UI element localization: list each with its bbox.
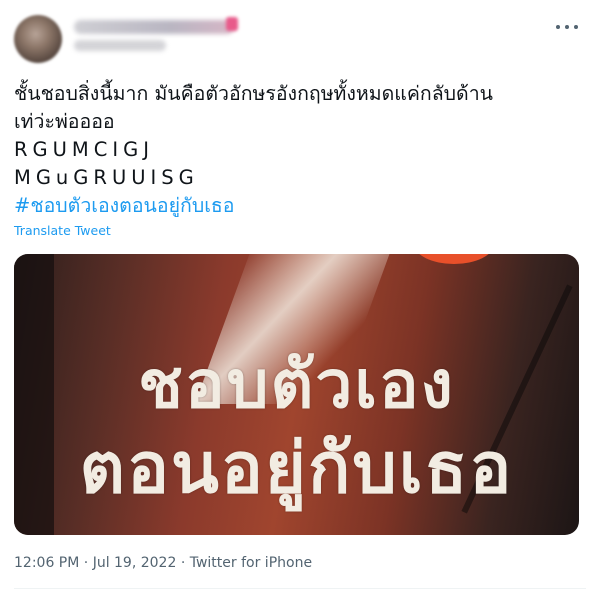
tweet-metadata: 12:06 PM · Jul 19, 2022 · Twitter for iP… [14, 555, 312, 571]
tweet-date[interactable]: Jul 19, 2022 [93, 555, 177, 571]
more-dot [565, 25, 569, 29]
emoji-badge-blurred [226, 17, 238, 31]
media-orange-orb [414, 254, 494, 264]
tweet-text-line: เท่ว่ะพ่ออออ [14, 110, 115, 133]
tweet-time[interactable]: 12:06 PM [14, 555, 79, 571]
tweet-text-line: MGuGRUUISG [14, 166, 199, 189]
hashtag-link[interactable]: #ชอบตัวเองตอนอยู่กับเธอ [14, 192, 586, 220]
tweet-card: ชั้นชอบสิ่งนี้มาก มันคือตัวอักษรอังกฤษทั… [0, 0, 600, 601]
translate-tweet-link[interactable]: Translate Tweet [14, 223, 111, 238]
more-dot [574, 25, 578, 29]
divider [14, 588, 586, 589]
tweet-text: ชั้นชอบสิ่งนี้มาก มันคือตัวอักษรอังกฤษทั… [14, 80, 586, 220]
tweet-media-image[interactable]: ชอบตัวเอง ตอนอยู่กับเธอ [14, 254, 579, 535]
meta-separator: · [180, 555, 186, 571]
tweet-source[interactable]: Twitter for iPhone [190, 555, 312, 571]
avatar[interactable] [14, 15, 62, 63]
tweet-text-line: ชั้นชอบสิ่งนี้มาก มันคือตัวอักษรอังกฤษทั… [14, 82, 493, 105]
username-blurred[interactable] [74, 40, 166, 51]
more-dot [556, 25, 560, 29]
more-options-icon[interactable] [556, 18, 578, 36]
tweet-text-line: RGUMCIGJ [14, 138, 154, 161]
meta-separator: · [83, 555, 89, 571]
display-name-blurred[interactable] [74, 20, 234, 34]
media-title-line2: ตอนอยู่กับเธอ [79, 427, 514, 509]
